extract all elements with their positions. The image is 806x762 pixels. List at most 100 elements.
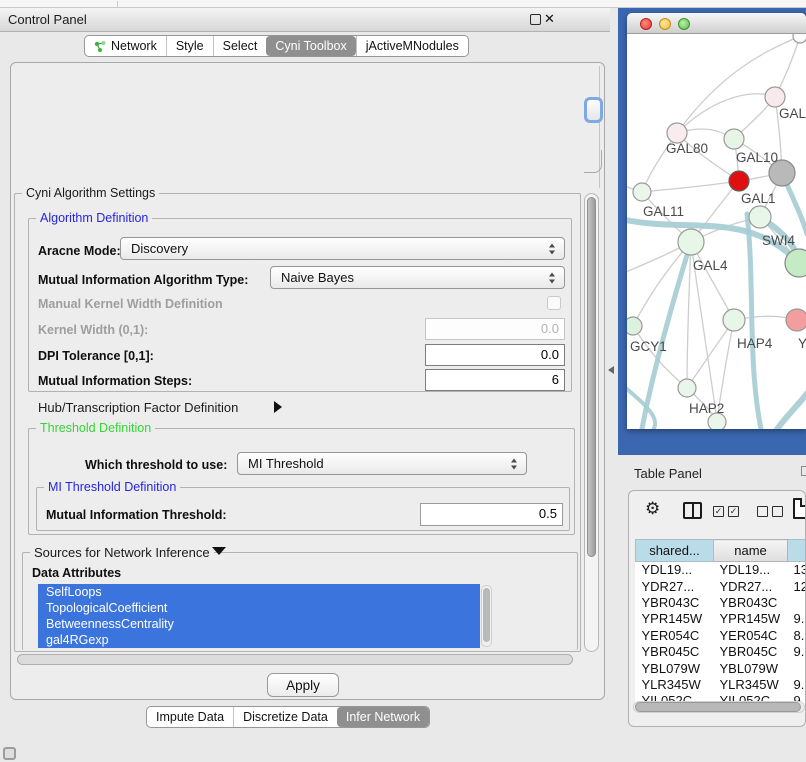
cell[interactable]: YBL079W [636, 660, 714, 676]
network-node-gal1[interactable] [729, 171, 749, 191]
manual-kernel-width-checkbox[interactable] [547, 296, 561, 310]
splitter-collapse-icon[interactable] [608, 366, 614, 374]
network-canvas[interactable]: GAL GAL80 GAL10 GAL1 GAL11 SWI4 GAL4 GCY… [627, 34, 806, 429]
cell[interactable]: YDL19... [636, 562, 714, 578]
cell[interactable]: YDL19... [714, 562, 788, 578]
list-item[interactable]: BetweennessCentrality [38, 616, 480, 632]
kernel-width-field[interactable]: 0.0 [425, 318, 565, 340]
tab-select[interactable]: Select [213, 36, 267, 56]
table-row[interactable]: YDL19...YDL19...13 [636, 562, 806, 578]
network-node-hap2[interactable] [678, 379, 696, 397]
node-label: SWI4 [762, 233, 795, 248]
network-node-salmon[interactable] [786, 309, 806, 331]
mi-algorithm-type-select[interactable]: Naive Bayes [270, 266, 565, 289]
export-table-icon[interactable] [793, 498, 806, 519]
tab-infer-network[interactable]: Infer Network [337, 707, 429, 727]
which-threshold-select[interactable]: MI Threshold [237, 452, 527, 475]
data-attributes-list[interactable]: SelfLoops TopologicalCoefficient Between… [38, 584, 480, 648]
mi-steps-field[interactable]: 6 [425, 369, 565, 391]
network-node-gal11[interactable] [633, 183, 651, 201]
network-node[interactable] [765, 87, 785, 107]
close-icon[interactable]: ✕ [544, 11, 555, 27]
table-row[interactable]: YBL079WYBL079W [636, 660, 806, 676]
table-row[interactable]: YBR045CYBR045C9. [636, 643, 806, 659]
cell[interactable]: 8. [788, 627, 806, 643]
cell[interactable]: 9. [788, 643, 806, 659]
tab-impute-data[interactable]: Impute Data [147, 707, 233, 727]
table-horizontal-scrollbar[interactable] [633, 701, 805, 713]
tab-discretize-data[interactable]: Discretize Data [233, 707, 337, 727]
cell[interactable]: YLR345W [636, 676, 714, 692]
tab-style[interactable]: Style [166, 36, 213, 56]
cell[interactable]: YDR27... [714, 578, 788, 594]
network-node-gal10[interactable] [724, 129, 744, 149]
cell[interactable]: YLR345W [714, 676, 788, 692]
cell[interactable]: YBR045C [636, 643, 714, 659]
algorithm-combobox-fragment[interactable] [584, 97, 603, 123]
expand-right-arrow-icon[interactable] [274, 401, 282, 413]
columns-icon[interactable] [683, 502, 702, 519]
attributes-scrollbar[interactable] [481, 585, 492, 647]
cell[interactable]: 9. [788, 676, 806, 692]
node-label: GAL4 [693, 258, 728, 273]
deselect-all-checkbox-icon[interactable] [757, 506, 768, 517]
table-panel-float-icon[interactable] [801, 466, 806, 476]
tab-jactivemnodules[interactable]: jActiveMNodules [356, 36, 468, 56]
mi-threshold-field[interactable]: 0.5 [420, 503, 563, 526]
cell[interactable]: YPR145W [636, 611, 714, 627]
column-header-partial[interactable]: A [788, 540, 806, 562]
table-horizontal-scrollbar-thumb[interactable] [635, 702, 801, 712]
select-all-checkbox-icon[interactable]: ✓ [713, 506, 724, 517]
settings-horizontal-scrollbar[interactable] [16, 654, 579, 666]
cell[interactable] [788, 660, 806, 676]
network-node[interactable] [793, 34, 806, 43]
table-row[interactable]: YER054CYER054C8. [636, 627, 806, 643]
deselect-all-checkbox-icon[interactable] [772, 506, 783, 517]
tab-network[interactable]: Network [85, 36, 166, 56]
table-row[interactable]: YPR145WYPR145W9. [636, 611, 806, 627]
list-item[interactable]: gal4RGexp [38, 632, 480, 648]
network-node-hap4[interactable] [723, 309, 745, 331]
mi-threshold-label: Mutual Information Threshold: [46, 508, 227, 522]
cell[interactable]: YBR045C [714, 643, 788, 659]
attributes-scrollbar-thumb[interactable] [483, 588, 490, 642]
close-traffic-light[interactable] [640, 18, 652, 30]
cell[interactable]: YBR043C [636, 594, 714, 610]
float-window-icon[interactable] [530, 14, 541, 25]
settings-vertical-scrollbar[interactable] [584, 193, 599, 652]
tab-cyni-toolbox[interactable]: Cyni Toolbox [266, 36, 355, 56]
table-row[interactable]: YLR345WYLR345W9. [636, 676, 806, 692]
network-node-gal80[interactable] [667, 123, 687, 143]
cell[interactable]: 13 [788, 562, 806, 578]
collapse-down-arrow-icon[interactable] [212, 547, 226, 555]
network-node-swi4[interactable] [749, 206, 771, 228]
network-node-gcy1[interactable] [627, 317, 642, 335]
column-header-shared-name[interactable]: shared... [636, 540, 714, 562]
bottom-left-panel-icon[interactable] [3, 747, 16, 760]
column-header-name[interactable]: name [714, 540, 788, 562]
apply-button[interactable]: Apply [267, 673, 339, 697]
zoom-traffic-light[interactable] [678, 18, 690, 30]
cell[interactable]: YER054C [714, 627, 788, 643]
settings-vertical-scrollbar-thumb[interactable] [587, 197, 596, 557]
network-node-gal4[interactable] [678, 229, 704, 255]
list-item[interactable]: TopologicalCoefficient [38, 600, 480, 616]
table-row[interactable]: YBR043CYBR043C [636, 594, 806, 610]
select-all-checkbox-icon[interactable]: ✓ [728, 506, 739, 517]
dpi-tolerance-field[interactable]: 0.0 [425, 344, 565, 366]
table-row[interactable]: YDR27...YDR27...12 [636, 578, 806, 594]
cell[interactable]: YER054C [636, 627, 714, 643]
cell[interactable]: YBL079W [714, 660, 788, 676]
minimize-traffic-light[interactable] [659, 18, 671, 30]
cell[interactable]: 12 [788, 578, 806, 594]
cell[interactable]: YBR043C [714, 594, 788, 610]
cell[interactable]: 9. [788, 611, 806, 627]
cell[interactable] [788, 594, 806, 610]
aracne-mode-select[interactable]: Discovery [120, 237, 565, 260]
cell[interactable]: YPR145W [714, 611, 788, 627]
cell[interactable]: YDR27... [636, 578, 714, 594]
node-label: GAL11 [643, 204, 684, 219]
settings-horizontal-scrollbar-thumb[interactable] [17, 654, 573, 665]
list-item[interactable]: SelfLoops [38, 584, 480, 600]
gear-icon[interactable]: ⚙ [645, 499, 660, 519]
